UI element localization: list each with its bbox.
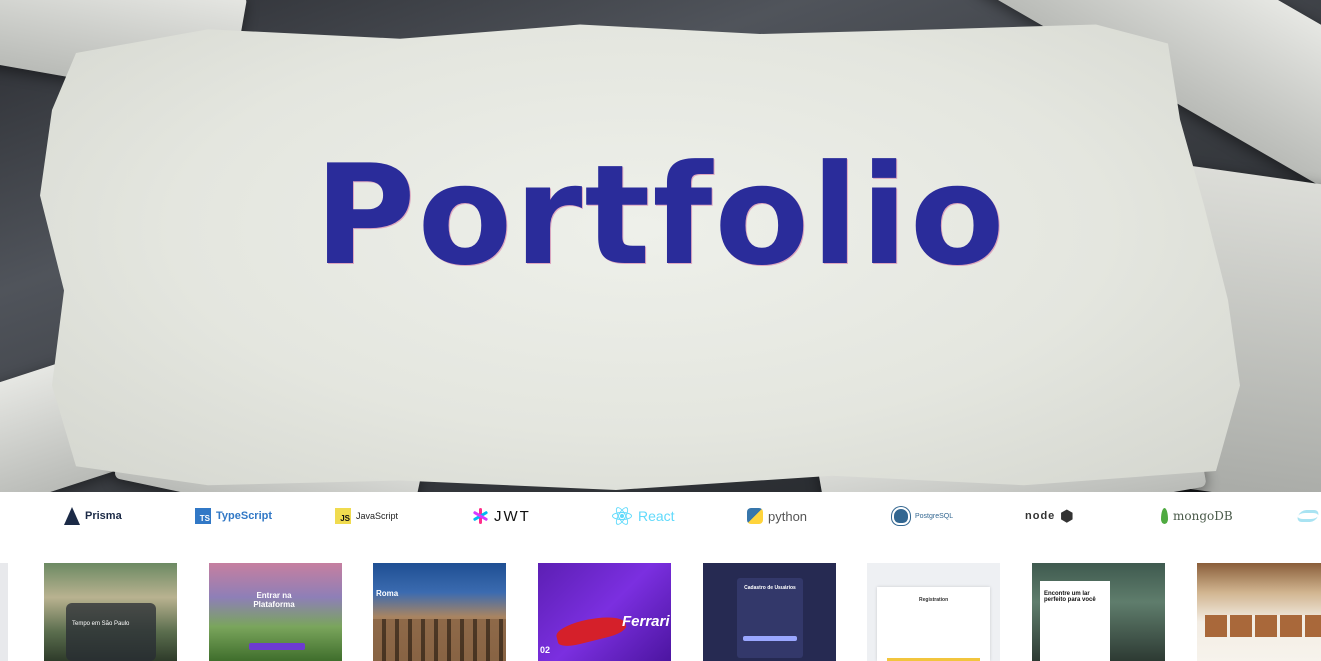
tech-label: JavaScript: [356, 511, 399, 521]
card-preview-text: Encontre um lar perfeito para você: [1044, 591, 1096, 603]
project-card-partial[interactable]: [0, 563, 8, 661]
tech-python: python: [747, 504, 807, 528]
tech-typescript: TS TypeScript: [195, 504, 272, 528]
nodejs-icon: ⬢: [1060, 508, 1075, 525]
tech-label: mongoDB: [1173, 509, 1233, 523]
car-image: [554, 610, 628, 650]
python-icon: [747, 508, 763, 524]
hero-title: Portfolio: [314, 135, 1007, 296]
card-preview-text: Tempo em São Paulo: [72, 621, 130, 627]
hero-banner: Portfolio: [0, 0, 1321, 492]
typescript-icon: TS: [195, 508, 211, 524]
tech-nodejs: node ⬢: [1025, 504, 1074, 528]
javascript-icon: JS: [335, 508, 351, 524]
prisma-icon: [64, 507, 80, 525]
tech-javascript: JS JavaScript: [335, 504, 398, 528]
tailwind-icon: [1295, 510, 1321, 522]
card-preview-text: Roma: [376, 589, 399, 598]
colosseum-image: [373, 619, 506, 661]
card-preview-text: Cadastro de Usuários: [744, 585, 796, 591]
project-card-travel[interactable]: Roma: [373, 563, 506, 661]
tech-label: TypeScript: [216, 510, 273, 522]
tech-react: React: [611, 504, 675, 528]
tech-label: JWT: [494, 507, 531, 525]
tech-tailwind: [1295, 504, 1321, 528]
react-icon: [611, 505, 633, 527]
project-card-login[interactable]: Entrar na Plataforma: [209, 563, 342, 661]
jwt-icon: [472, 508, 489, 524]
card-preview-text: Registration: [919, 597, 949, 603]
tech-label: Prisma: [85, 510, 122, 522]
project-card-cars[interactable]: Ferrari 02: [538, 563, 671, 661]
tech-mongodb: mongoDB: [1161, 504, 1233, 528]
project-card-real-estate[interactable]: Encontre um lar perfeito para você: [1032, 563, 1165, 661]
project-card-weather[interactable]: Tempo em São Paulo: [44, 563, 177, 661]
project-card-restaurant[interactable]: [1197, 563, 1321, 661]
tech-jwt: JWT: [472, 504, 531, 528]
tech-prisma: Prisma: [64, 504, 122, 528]
tech-label: node: [1025, 510, 1056, 522]
card-preview-text: Ferrari: [622, 613, 670, 630]
project-card-user-register[interactable]: Cadastro de Usuários: [703, 563, 836, 661]
projects-carousel: Tempo em São Paulo Entrar na Plataforma …: [0, 563, 1321, 661]
tech-label: React: [638, 508, 675, 524]
food-grid-image: [1205, 615, 1321, 637]
tech-stack-strip: Prisma TS TypeScript JS JavaScript JWT R…: [0, 492, 1321, 542]
card-preview-number: 02: [540, 645, 551, 655]
card-preview-button: [249, 643, 305, 650]
tech-label: PostgreSQL: [915, 512, 954, 520]
card-preview-text: Entrar na Plataforma: [253, 591, 295, 609]
postgresql-icon: [892, 507, 910, 525]
project-card-registration[interactable]: Registration: [867, 563, 1000, 661]
tech-postgresql: PostgreSQL: [892, 504, 953, 528]
weather-panel: [66, 603, 156, 661]
mongodb-icon: [1161, 508, 1168, 524]
card-preview-button: [743, 636, 797, 641]
tech-label: python: [768, 508, 808, 524]
